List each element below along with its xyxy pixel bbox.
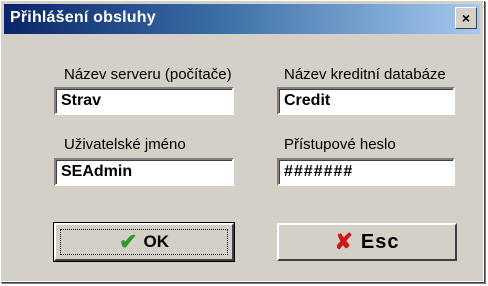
dialog-title: Přihlášení obsluhy xyxy=(10,9,156,26)
username-input[interactable]: SEAdmin xyxy=(54,158,234,186)
database-input[interactable]: Credit xyxy=(277,87,455,115)
title-bar[interactable]: Přihlášení obsluhy × xyxy=(4,4,480,34)
close-button[interactable]: × xyxy=(455,7,477,29)
server-label: Název serveru (počítače) xyxy=(64,66,232,83)
login-dialog: Přihlášení obsluhy × Název serveru (počí… xyxy=(0,0,484,282)
focus-rectangle xyxy=(60,229,228,255)
database-label: Název kreditní databáze xyxy=(284,66,446,83)
password-label: Přístupové heslo xyxy=(284,136,396,153)
esc-label: Esc xyxy=(360,230,400,253)
server-input[interactable]: Strav xyxy=(54,87,234,115)
x-icon: ✘ xyxy=(334,229,353,254)
username-label: Uživatelské jméno xyxy=(64,136,186,153)
password-input[interactable]: ####### xyxy=(277,158,455,186)
ok-button[interactable]: ✔ OK xyxy=(53,222,235,262)
esc-button[interactable]: ✘ Esc xyxy=(277,223,457,261)
close-icon: × xyxy=(461,10,471,26)
